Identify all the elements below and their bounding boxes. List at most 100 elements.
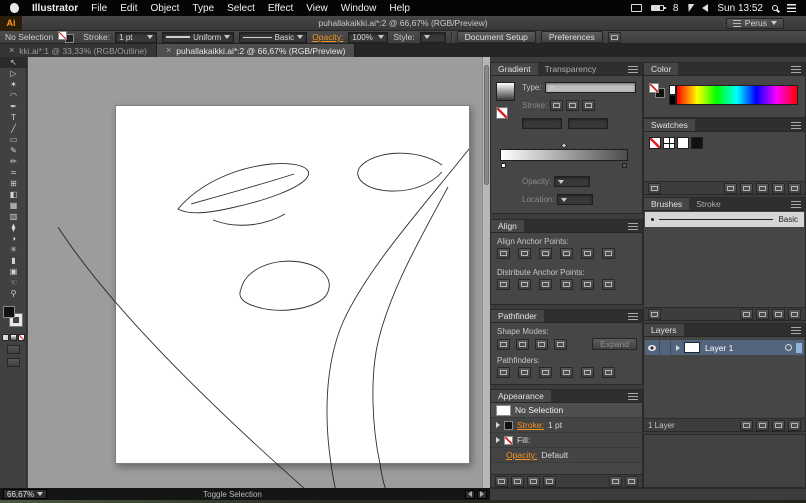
gradient-location-field[interactable] [557, 194, 593, 205]
minus-front-icon[interactable] [516, 339, 529, 350]
distribute-top-icon[interactable] [497, 279, 510, 290]
new-brush-icon[interactable] [772, 309, 785, 320]
scroll-left-button[interactable] [465, 490, 475, 499]
workspace-switcher[interactable]: Perus [726, 18, 784, 29]
panel-menu-icon[interactable] [628, 66, 638, 73]
tab-color[interactable]: Color [644, 63, 678, 75]
align-left-icon[interactable] [497, 248, 510, 259]
tab-stroke[interactable]: Stroke [689, 198, 728, 210]
swatch-white[interactable] [677, 137, 689, 149]
trim-icon[interactable] [518, 367, 531, 378]
swatch-registration[interactable] [663, 137, 675, 149]
clear-appearance-icon[interactable] [543, 476, 556, 487]
power-icon[interactable] [686, 4, 695, 12]
tool-zoom[interactable]: ⚲ [0, 288, 27, 299]
stroke-gradient-within-icon[interactable] [550, 100, 563, 111]
delete-layer-icon[interactable] [788, 420, 801, 431]
tab-transparency[interactable]: Transparency [538, 63, 604, 75]
add-new-fill-icon[interactable] [511, 476, 524, 487]
spotlight-icon[interactable] [772, 5, 778, 11]
new-layer-icon[interactable] [772, 420, 785, 431]
new-swatch-icon[interactable] [772, 183, 785, 194]
make-clipping-mask-icon[interactable] [740, 420, 753, 431]
tool-pencil[interactable]: ✏ [0, 156, 27, 167]
panel-menu-icon[interactable] [628, 393, 638, 400]
gradient-stroke-none-swatch[interactable] [496, 107, 508, 119]
color-fill-swatch[interactable] [649, 83, 659, 93]
brush-item-basic[interactable]: Basic [645, 212, 804, 227]
menu-object[interactable]: Object [150, 3, 179, 14]
fill-color-well[interactable] [3, 306, 15, 318]
canvas-pasteboard[interactable] [28, 57, 490, 488]
gradient-angle-field[interactable] [522, 118, 562, 129]
tool-artboard[interactable]: ▣ [0, 266, 27, 277]
appearance-stroke-link[interactable]: Stroke: [517, 420, 544, 430]
align-center-h-icon[interactable] [518, 248, 531, 259]
color-fill-stroke-pair[interactable] [649, 83, 667, 99]
tool-symbol-sprayer[interactable]: ✳ [0, 244, 27, 255]
tab-align[interactable]: Align [491, 220, 524, 232]
tool-blend[interactable]: ◑ [0, 233, 27, 244]
align-top-icon[interactable] [560, 248, 573, 259]
stroke-gradient-along-icon[interactable] [566, 100, 579, 111]
tool-gradient[interactable]: ▥ [0, 211, 27, 222]
style-dropdown[interactable] [420, 32, 446, 43]
tool-eyedropper[interactable]: ⧫ [0, 222, 27, 233]
tab-layers[interactable]: Layers [644, 324, 684, 336]
appearance-fill-swatch[interactable] [504, 436, 513, 445]
volume-icon[interactable] [702, 4, 708, 12]
stroke-gradient-across-icon[interactable] [582, 100, 595, 111]
add-effect-icon[interactable] [527, 476, 540, 487]
vertical-scrollbar-thumb[interactable] [484, 65, 489, 185]
panel-menu-icon[interactable] [628, 223, 638, 230]
drawing-modes-button[interactable] [7, 345, 20, 354]
align-right-icon[interactable] [539, 248, 552, 259]
appearance-stroke-swatch[interactable] [504, 421, 513, 430]
duplicate-item-icon[interactable] [609, 476, 622, 487]
document-tab-1[interactable]: × kki.ai*:1 @ 33,33% (RGB/Outline) [0, 44, 157, 57]
apple-menu-icon[interactable] [10, 3, 19, 13]
width-profile-dropdown[interactable]: Uniform [162, 32, 234, 43]
panel-menu-icon[interactable] [791, 201, 801, 208]
display-icon[interactable] [631, 4, 642, 12]
align-bottom-icon[interactable] [602, 248, 615, 259]
color-button[interactable] [2, 334, 9, 341]
tool-line-segment[interactable]: ╱ [0, 123, 27, 134]
menubar-clock[interactable]: Sun 13:52 [717, 3, 763, 14]
distribute-right-icon[interactable] [602, 279, 615, 290]
gradient-fill-thumbnail[interactable] [496, 82, 515, 101]
fill-stroke-proxy[interactable] [58, 31, 78, 43]
layer-visibility-cell[interactable] [645, 340, 660, 355]
gradient-button[interactable] [10, 334, 17, 341]
delete-item-icon[interactable] [625, 476, 638, 487]
tool-lasso[interactable]: ◠ [0, 90, 27, 101]
gradient-aspect-field[interactable] [568, 118, 608, 129]
gradient-stop-end[interactable] [622, 163, 627, 168]
add-new-stroke-icon[interactable] [495, 476, 508, 487]
exclude-icon[interactable] [554, 339, 567, 350]
gradient-type-dropdown[interactable] [545, 82, 636, 93]
tool-rectangle[interactable]: ▭ [0, 134, 27, 145]
tool-shape-builder[interactable]: ◧ [0, 189, 27, 200]
gradient-midpoint-handle[interactable] [560, 142, 567, 149]
tool-hand[interactable]: ☜ [0, 277, 27, 288]
new-color-group-icon[interactable] [756, 183, 769, 194]
document-setup-button[interactable]: Document Setup [457, 31, 536, 43]
intersect-icon[interactable] [535, 339, 548, 350]
menu-view[interactable]: View [306, 3, 328, 14]
tool-column-graph[interactable]: ▮ [0, 255, 27, 266]
document-tab-2[interactable]: × puhallakaikki.ai*:2 @ 66,67% (RGB/Prev… [157, 44, 356, 57]
tool-free-transform[interactable]: ⊞ [0, 178, 27, 189]
swatch-none[interactable] [649, 137, 661, 149]
swatch-black[interactable] [691, 137, 703, 149]
expand-button[interactable]: Expand [592, 338, 637, 350]
chevron-right-icon[interactable] [496, 437, 500, 443]
color-spectrum-ramp[interactable] [676, 85, 798, 105]
panel-menu-icon[interactable] [791, 66, 801, 73]
tab-appearance[interactable]: Appearance [491, 390, 551, 402]
swatch-libraries-icon[interactable] [648, 183, 661, 194]
distribute-bottom-icon[interactable] [539, 279, 552, 290]
appearance-opacity-link[interactable]: Opacity: [506, 450, 537, 460]
chevron-right-icon[interactable] [676, 345, 680, 351]
notification-center-icon[interactable] [787, 4, 796, 12]
